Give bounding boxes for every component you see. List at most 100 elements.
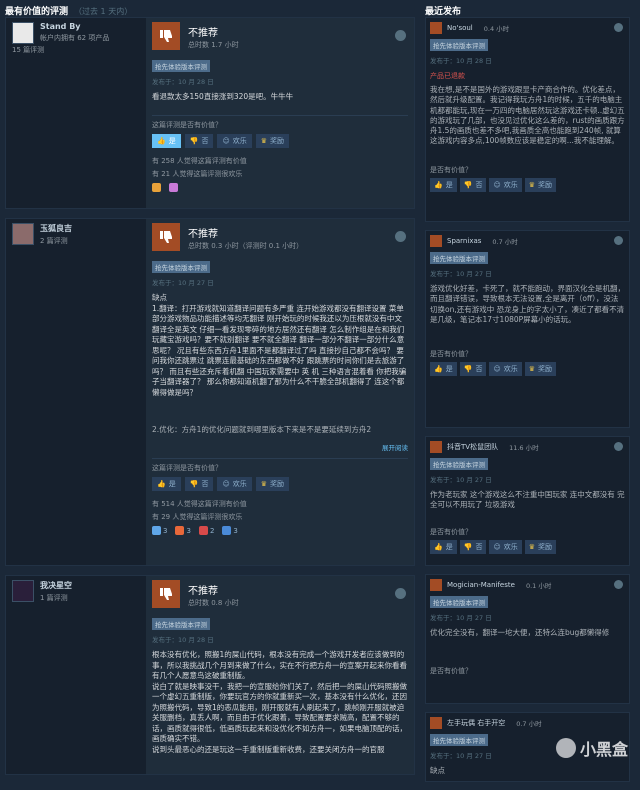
recent-review-header[interactable]: No'soul 0.4 小时 <box>430 21 625 35</box>
funny-button[interactable]: ☺ 欢乐 <box>217 477 252 491</box>
steam-icon[interactable] <box>614 580 623 589</box>
review-author[interactable]: 我决星空 1 篇评测 <box>6 576 141 607</box>
author-review-count[interactable]: 15 篇评测 <box>12 45 135 55</box>
award-label: 奖励 <box>538 542 553 551</box>
recent-review-header[interactable]: Sparnixas 0.7 小时 <box>430 234 625 248</box>
funny-count: 有 21 人觉得这篇评测很欢乐 <box>152 169 243 178</box>
vote-yes-button[interactable]: 👍 是 <box>430 539 457 554</box>
early-access-tag: 抢先体验版本评测 <box>430 734 488 746</box>
hours-played: 0.7 小时 <box>492 238 518 246</box>
hours-played: 总时数 1.7 小时 <box>188 41 239 49</box>
funny-button[interactable]: ☺ 欢乐 <box>489 362 522 377</box>
vote-no-button[interactable]: 👎 否 <box>459 362 487 377</box>
vote-header[interactable]: 不推荐 总时数 1.7 小时 <box>152 22 408 56</box>
award-item[interactable]: 3 <box>175 526 191 535</box>
vote-yes-label: 是 <box>445 542 453 551</box>
helpful-count: 有 258 人觉得这篇评测有价值 <box>152 156 247 165</box>
vote-yes-button[interactable]: 👍 是 <box>430 177 457 192</box>
recent-review-card: Sparnixas 0.7 小时 抢先体验版本评测 发布于：10 月 27 日 … <box>425 230 630 428</box>
funny-label: 欢乐 <box>503 180 518 189</box>
award-icon <box>198 526 208 535</box>
recent-review-header[interactable]: 左手玩偶 右手开空 0.7 小时 <box>430 716 625 730</box>
vote-yes-button[interactable]: 👍 是 <box>430 362 457 377</box>
logo-icon <box>555 738 576 758</box>
early-access-tag: 抢先体验版本评测 <box>430 39 488 51</box>
review-card: Stand By 帐户内拥有 62 项产品 15 篇评测 不推荐 总时数 1.7… <box>5 17 415 209</box>
hours-played: 总时数 0.8 小时 <box>188 599 239 607</box>
hours-played: 0.1 小时 <box>525 582 552 590</box>
vote-yes-label: 是 <box>445 180 453 189</box>
award-item[interactable]: 3 <box>222 526 238 535</box>
posted-date: 发布于：10 月 27 日 <box>430 270 492 278</box>
award-item[interactable] <box>169 182 178 192</box>
vote-no-label: 否 <box>475 180 483 189</box>
vote-no-button[interactable]: 👎 否 <box>184 477 214 491</box>
steam-icon[interactable] <box>395 588 406 599</box>
award-item[interactable] <box>152 182 161 192</box>
vote-header[interactable]: 不推荐 总时数 0.8 小时 <box>152 580 408 614</box>
thumbs-up-icon: 👍 <box>434 180 443 189</box>
award-item[interactable]: 3 <box>152 526 167 535</box>
vote-no-button[interactable]: 👎 否 <box>459 177 487 192</box>
review-text-continued: 2.优化：方舟1的优化问题就到哪里版本下来是不是要延续到方舟2 <box>152 425 372 434</box>
vote-yes-button[interactable]: 👍 是 <box>152 133 181 148</box>
helpful-question: 这篇评测是否有价值？ <box>152 458 408 473</box>
thumbs-down-icon: 👎 <box>463 365 473 374</box>
read-more-link[interactable]: 展开阅读 <box>382 444 408 452</box>
author-name[interactable]: No'soul <box>447 24 473 32</box>
author-name[interactable]: Sparnixas <box>447 237 481 245</box>
award-button[interactable]: ♛ 奖励 <box>255 477 290 491</box>
award-count: 3 <box>186 526 191 535</box>
hours-played: 0.4 小时 <box>483 25 510 33</box>
vote-yes-button[interactable]: 👍 是 <box>152 477 181 491</box>
award-button[interactable]: ♛ 奖励 <box>524 177 557 192</box>
avatar[interactable] <box>12 580 34 602</box>
award-label: 奖励 <box>538 180 553 189</box>
helpful-question: 是否有价值？ <box>430 350 472 359</box>
review-text: 优化完全没有，翻译一坨大便，还特么连bug都懒得修 <box>430 628 610 637</box>
award-button[interactable]: ♛ 奖励 <box>255 133 290 148</box>
review-author[interactable]: Stand By 帐户内拥有 62 项产品 15 篇评测 <box>6 18 141 59</box>
early-access-tag: 抢先体验版本评测 <box>152 618 210 630</box>
avatar[interactable] <box>12 223 34 245</box>
thumbs-down-icon <box>430 441 442 453</box>
steam-icon[interactable] <box>614 23 623 32</box>
vote-no-button[interactable]: 👎 否 <box>184 133 214 148</box>
review-text: 看退款太多150直接涨到320是吧。牛牛牛 <box>152 92 294 101</box>
early-access-tag: 抢先体验版本评测 <box>430 458 488 470</box>
recent-review-header[interactable]: 抖音TV松鼠团队 11.6 小时 <box>430 440 625 454</box>
award-button[interactable]: ♛ 奖励 <box>524 362 557 377</box>
funny-label: 欢乐 <box>503 542 518 551</box>
vote-no-button[interactable]: 👎 否 <box>459 539 487 554</box>
recent-review-header[interactable]: Mogician-Manifeste 0.1 小时 <box>430 578 625 592</box>
vote-header[interactable]: 不推荐 总时数 0.3 小时（评测时 0.1 小时） <box>152 223 408 257</box>
funny-button[interactable]: ☺ 欢乐 <box>489 539 522 554</box>
steam-icon[interactable] <box>614 442 623 451</box>
early-access-tag: 抢先体验版本评测 <box>430 252 488 264</box>
author-name[interactable]: 抖音TV松鼠团队 <box>447 442 498 452</box>
author-name[interactable]: Mogician-Manifeste <box>447 581 515 589</box>
award-item[interactable]: 2 <box>198 526 215 535</box>
avatar[interactable] <box>12 22 34 44</box>
award-count: 2 <box>209 526 215 535</box>
steam-icon[interactable] <box>395 231 406 242</box>
vote-yes-label: 是 <box>168 480 176 488</box>
steam-icon[interactable] <box>395 30 406 41</box>
award-button[interactable]: ♛ 奖励 <box>524 539 557 554</box>
verdict: 不推荐 <box>188 586 218 597</box>
steam-icon[interactable] <box>614 236 623 245</box>
thumbs-down-icon <box>430 235 442 247</box>
thumbs-up-icon: 👍 <box>157 480 166 488</box>
hours-played: 11.6 小时 <box>509 444 539 452</box>
thumbs-down-icon: 👎 <box>463 542 473 551</box>
early-access-tag: 抢先体验版本评测 <box>152 60 210 72</box>
funny-button[interactable]: ☺ 欢乐 <box>489 177 522 192</box>
award-icon <box>169 182 178 192</box>
thumbs-down-icon: 👎 <box>189 136 199 145</box>
refunded-flag: 产品已退款 <box>430 72 465 80</box>
thumbs-down-icon <box>430 579 442 591</box>
vote-no-label: 否 <box>201 136 209 145</box>
funny-button[interactable]: ☺ 欢乐 <box>217 133 252 148</box>
author-name[interactable]: 左手玩偶 右手开空 <box>447 718 505 728</box>
review-author[interactable]: 玉狐良吉 2 篇评测 <box>6 219 141 250</box>
